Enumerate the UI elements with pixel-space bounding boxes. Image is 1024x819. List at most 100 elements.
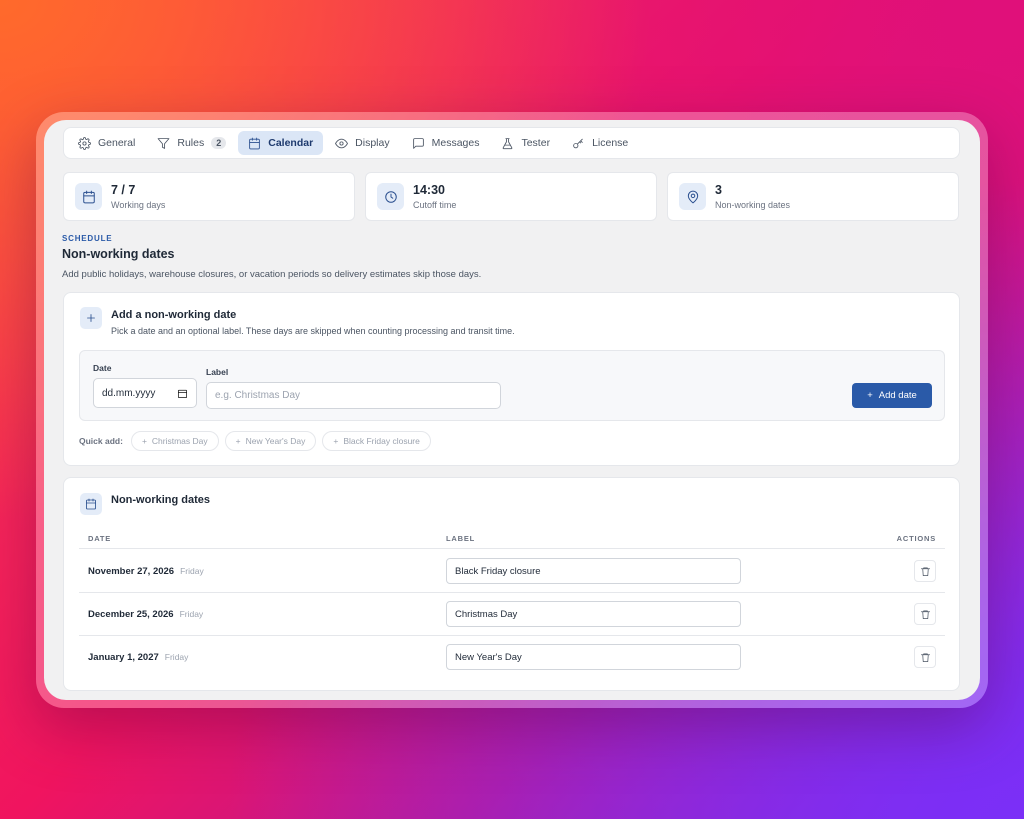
app-window: General Rules 2 Calendar Display Message…: [44, 120, 980, 700]
row-weekday: Friday: [180, 566, 204, 576]
delete-button[interactable]: [914, 603, 936, 625]
section-eyebrow: SCHEDULE: [62, 234, 113, 243]
tab-tester[interactable]: Tester: [491, 131, 560, 155]
tab-messages[interactable]: Messages: [402, 131, 490, 155]
table-row: November 27, 2026 Friday Black Friday clo…: [79, 550, 945, 593]
page-subtitle: Add public holidays, warehouse closures,…: [62, 269, 482, 280]
eye-icon: [335, 138, 349, 148]
stat-icon-box: [377, 183, 404, 210]
plus-icon: +: [333, 436, 339, 446]
tab-label: Rules: [177, 137, 205, 149]
flask-icon: [503, 137, 513, 149]
row-weekday: Friday: [164, 652, 189, 662]
rules-count-badge: 2: [211, 137, 227, 149]
date-input-value: dd.mm.yyyy: [102, 387, 156, 399]
plus-icon: +: [141, 436, 147, 446]
chip-label: Black Friday closure: [343, 436, 420, 446]
stat-working-days: 7 / 7 Working days: [63, 172, 355, 221]
non-working-dates-card: Non-working dates DATE LABEL ACTIONS Nov…: [63, 477, 960, 691]
card-title: Non-working dates: [111, 494, 211, 506]
date-field-label: Date: [93, 363, 112, 373]
map-pin-icon: [687, 190, 698, 203]
column-header-actions: ACTIONS: [896, 534, 936, 543]
filter-icon: [158, 137, 170, 149]
calendar-icon: [249, 137, 261, 149]
row-label-value: Black Friday closure: [455, 565, 541, 577]
stat-cutoff-time: 14:30 Cutoff time: [365, 172, 657, 221]
card-icon-box: [80, 307, 102, 329]
stat-label: Working days: [111, 200, 166, 210]
delete-button[interactable]: [914, 560, 936, 582]
add-date-button[interactable]: + Add date: [852, 383, 932, 408]
calendar-picker-icon[interactable]: [177, 388, 188, 399]
tab-calendar[interactable]: Calendar: [238, 131, 324, 155]
stat-non-working-dates: 3 Non-working dates: [667, 172, 959, 221]
row-label-value: New Year's Day: [455, 651, 522, 663]
stat-label: Cutoff time: [413, 200, 457, 210]
trash-icon: [920, 566, 930, 576]
trash-icon: [920, 652, 930, 662]
card-description: Pick a date and an optional label. These…: [111, 326, 515, 336]
add-date-form: Date dd.mm.yyyy Label e.g. Christmas Day…: [79, 350, 945, 421]
quick-add-label: Quick add:: [79, 436, 123, 446]
row-date: December 25, 2026 Friday: [88, 609, 203, 620]
table-row: December 25, 2026 Friday Christmas Day: [79, 593, 945, 636]
tab-label: Tester: [521, 137, 551, 149]
row-date-text: January 1, 2027: [88, 652, 159, 663]
trash-icon: [920, 609, 930, 619]
row-label-input[interactable]: New Year's Day: [446, 644, 741, 670]
tab-display[interactable]: Display: [325, 131, 399, 155]
row-label-input[interactable]: Black Friday closure: [446, 558, 741, 584]
tab-rules[interactable]: Rules 2: [147, 131, 236, 155]
add-date-card: Add a non-working date Pick a date and a…: [63, 292, 960, 466]
stat-icon-box: [679, 183, 706, 210]
gear-icon: [78, 136, 91, 150]
stat-icon-box: [75, 183, 102, 210]
tab-label: Messages: [431, 137, 480, 149]
message-icon: [412, 137, 424, 149]
key-icon: [573, 138, 583, 148]
add-date-button-label: Add date: [878, 390, 917, 401]
plus-icon: +: [235, 436, 241, 446]
row-label-value: Christmas Day: [455, 608, 518, 620]
label-field-label: Label: [206, 367, 229, 377]
row-date: January 1, 2027 Friday: [88, 652, 188, 663]
card-icon-box: [80, 493, 102, 515]
row-date-text: November 27, 2026: [88, 566, 175, 577]
quick-add-chip-new-year[interactable]: + New Year's Day: [224, 431, 317, 451]
chip-label: New Year's Day: [245, 436, 306, 446]
delete-button[interactable]: [914, 646, 936, 668]
stat-value: 3: [715, 183, 722, 197]
table-row: January 1, 2027 Friday New Year's Day: [79, 636, 945, 679]
row-label-input[interactable]: Christmas Day: [446, 601, 741, 627]
calendar-icon: [86, 498, 96, 510]
stat-value: 14:30: [413, 183, 445, 197]
plus-icon: +: [867, 390, 873, 401]
tab-label: License: [592, 137, 629, 149]
row-weekday: Friday: [179, 609, 204, 619]
stat-value: 7 / 7: [111, 183, 136, 197]
tab-license[interactable]: License: [562, 131, 638, 155]
stat-label: Non-working dates: [715, 200, 791, 210]
calendar-icon: [82, 190, 95, 203]
card-title: Add a non-working date: [111, 309, 237, 321]
row-date: November 27, 2026 Friday: [88, 566, 204, 577]
row-date-text: December 25, 2026: [88, 609, 174, 620]
tab-label: General: [98, 137, 136, 149]
tab-label: Calendar: [268, 137, 314, 149]
page-title: Non-working dates: [62, 247, 175, 261]
date-input[interactable]: dd.mm.yyyy: [93, 378, 197, 408]
label-input-placeholder: e.g. Christmas Day: [215, 390, 301, 401]
clock-icon: [384, 190, 397, 203]
chip-label: Christmas Day: [151, 436, 208, 446]
plus-icon: [87, 314, 95, 322]
column-header-date: DATE: [88, 534, 112, 543]
tab-label: Display: [355, 137, 390, 149]
label-input[interactable]: e.g. Christmas Day: [206, 382, 501, 409]
tab-bar: General Rules 2 Calendar Display Message…: [63, 127, 960, 159]
table-header: DATE LABEL ACTIONS: [79, 527, 945, 549]
quick-add-chip-black-friday[interactable]: + Black Friday closure: [322, 431, 431, 451]
quick-add-chip-christmas[interactable]: + Christmas Day: [130, 431, 219, 451]
tab-general[interactable]: General: [68, 131, 145, 155]
column-header-label: LABEL: [446, 534, 475, 543]
